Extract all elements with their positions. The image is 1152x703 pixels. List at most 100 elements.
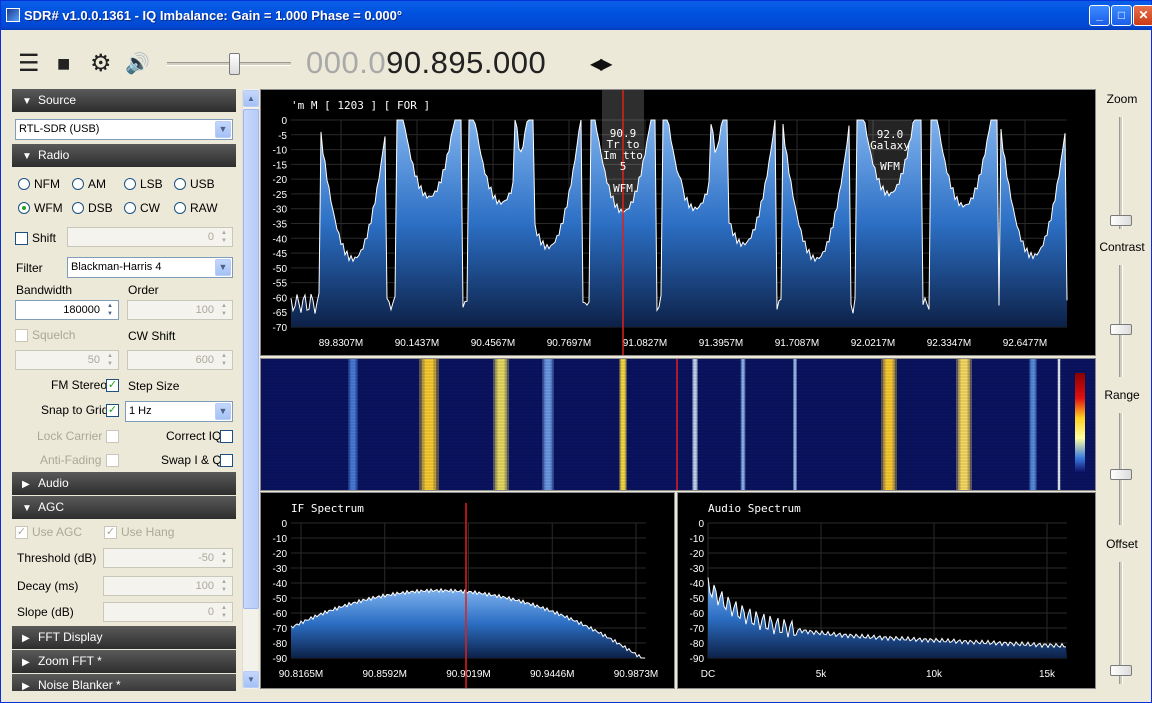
spinner-icon[interactable]: ▲ ▼ [103,302,117,318]
bandwidth-input[interactable]: 180000 ▲ ▼ [15,300,119,320]
filter-label: Filter [16,261,43,275]
zoom-thumb[interactable] [1110,215,1132,226]
volume-slider[interactable] [167,53,291,75]
y-tick-label: -20 [690,549,705,560]
mode-am-radio[interactable]: AM [72,177,106,191]
maximize-button[interactable]: □ [1111,5,1132,26]
filter-select[interactable]: Blackman-Harris 4 ▼ [67,257,233,278]
scroll-thumb[interactable] [243,109,259,609]
audio-spectrum-panel[interactable]: 0 -10 -20 -30 -40 -50 -60 -70 -80 -90 DC 5k 10k 15k Au… [677,492,1096,689]
threshold-value: -50 [198,552,214,564]
spinner-icon[interactable]: ▲ ▼ [217,550,231,566]
waterfall-graph[interactable] [261,359,1095,490]
spinner-icon[interactable]: ▲ ▼ [217,604,231,620]
cwshift-input[interactable]: 600 ▲ ▼ [127,350,233,370]
y-tick-label: -55 [273,279,288,290]
section-radio-header[interactable]: ▼ Radio [12,144,236,167]
spinner-icon[interactable]: ▲ ▼ [217,578,231,594]
section-fft-display-header[interactable]: ▶ FFT Display [12,626,236,649]
offset-thumb[interactable] [1110,665,1132,676]
control-panel-scrollbar[interactable]: ▲ ▼ [242,89,259,689]
x-tick-label: 90.1437M [395,338,439,349]
use-agc-checkbox[interactable]: ✓ [15,526,28,539]
shift-checkbox[interactable] [15,232,28,245]
spinner-icon[interactable]: ▲ ▼ [103,352,117,368]
mode-usb-radio[interactable]: USB [174,177,215,191]
antifading-checkbox[interactable] [106,454,119,467]
gear-icon[interactable]: ⚙ [90,50,112,78]
spectrum-analyzer[interactable]: 0 -5 -10 -15 -20 -25 -30 -35 -40 -45 -50 -55 -60 -65 -… [260,89,1096,356]
x-tick-label: 90.8592M [363,669,407,680]
order-value: 100 [195,304,214,316]
use-hang-checkbox[interactable]: ✓ [104,526,117,539]
y-tick-label: -10 [273,534,288,545]
spectrum-graph[interactable]: 0 -5 -10 -15 -20 -25 -30 -35 -40 -45 -50 -55 -60 -65 -… [261,90,1095,355]
contrast-thumb[interactable] [1110,324,1132,335]
spinner-icon[interactable]: ▲ ▼ [217,302,231,318]
threshold-input[interactable]: -50 ▲ ▼ [103,548,233,568]
y-tick-label: -40 [690,579,705,590]
spectrum-fill [291,120,1067,327]
section-title: Audio [38,476,69,490]
decay-input[interactable]: 100 ▲ ▼ [103,576,233,596]
spinner-icon[interactable]: ▲ ▼ [217,229,231,245]
close-button[interactable]: ✕ [1133,5,1152,26]
if-spectrum-graph[interactable]: 0 -10 -20 -30 -40 -50 -60 -70 -80 -90 90.8165M 90.8… [261,493,674,688]
correctiq-checkbox[interactable] [220,430,233,443]
section-source-header[interactable]: ▼ Source [12,89,236,112]
audio-spectrum-graph[interactable]: 0 -10 -20 -30 -40 -50 -60 -70 -80 -90 DC 5k 10k 15k Au… [678,493,1095,688]
title-bar[interactable]: SDR# v1.0.0.1361 - IQ Imbalance: Gain = … [1,1,1152,30]
zoom-slider[interactable] [1108,117,1134,229]
contrast-slider[interactable] [1108,265,1134,377]
x-tick-label: 92.0217M [851,338,895,349]
squelch-input[interactable]: 50 ▲ ▼ [15,350,119,370]
section-audio-header[interactable]: ▶ Audio [12,472,236,495]
order-input[interactable]: 100 ▲ ▼ [127,300,233,320]
y-tick-label: -40 [273,234,288,245]
scroll-down-icon[interactable]: ▼ [243,671,259,688]
squelch-checkbox[interactable] [15,329,28,342]
menu-icon[interactable]: ☰ [18,50,40,78]
fmstereo-checkbox[interactable]: ✓ [106,379,119,392]
mode-cw-radio[interactable]: CW [124,201,160,215]
mode-wfm-radio[interactable]: WFM [18,201,63,215]
volume-thumb[interactable] [229,53,241,75]
offset-slider[interactable] [1108,562,1134,684]
mode-raw-radio[interactable]: RAW [174,201,218,215]
section-zoom-fft-header[interactable]: ▶ Zoom FFT * [12,650,236,673]
scroll-up-icon[interactable]: ▲ [243,90,259,107]
mode-nfm-radio[interactable]: NFM [18,177,60,191]
stop-icon[interactable]: ■ [57,50,70,78]
y-tick-label: 0 [281,116,287,127]
x-tick-label: 89.8307M [319,338,363,349]
waterfall[interactable] [260,358,1096,491]
bandwidth-value: 180000 [63,304,100,316]
frequency-step-arrows[interactable]: ◀▶ [590,54,613,74]
mode-label: LSB [140,177,163,191]
x-tick-label: 10k [926,669,943,680]
lockcarrier-label: Lock Carrier [37,429,103,443]
spinner-icon[interactable]: ▲ ▼ [217,352,231,368]
source-device-select[interactable]: RTL-SDR (USB) ▼ [15,119,233,140]
mode-dsb-radio[interactable]: DSB [72,201,113,215]
radio-circle-selected [18,202,30,214]
if-spectrum-panel[interactable]: 0 -10 -20 -30 -40 -50 -60 -70 -80 -90 90.8165M 90.8… [260,492,675,689]
volume-icon[interactable]: 🔊 [125,50,150,78]
swapiq-checkbox[interactable] [220,454,233,467]
slope-input[interactable]: 0 ▲ ▼ [103,602,233,622]
y-tick-label: -50 [690,594,705,605]
stepsize-select[interactable]: 1 Hz ▼ [125,401,233,422]
contrast-label: Contrast [1099,240,1145,254]
shift-input[interactable]: 0 ▲ ▼ [67,227,233,247]
minimize-button[interactable]: _ [1089,5,1110,26]
range-thumb[interactable] [1110,469,1132,480]
snap-checkbox[interactable]: ✓ [106,404,119,417]
range-slider[interactable] [1108,413,1134,525]
collapse-icon: ▼ [22,503,32,514]
lockcarrier-checkbox[interactable] [106,430,119,443]
frequency-display[interactable]: 000.090.895.000 [306,45,546,81]
mode-lsb-radio[interactable]: LSB [124,177,163,191]
y-tick-label: -5 [278,131,287,142]
section-agc-header[interactable]: ▼ AGC [12,496,236,519]
section-noise-blanker-header[interactable]: ▶ Noise Blanker * [12,674,236,691]
